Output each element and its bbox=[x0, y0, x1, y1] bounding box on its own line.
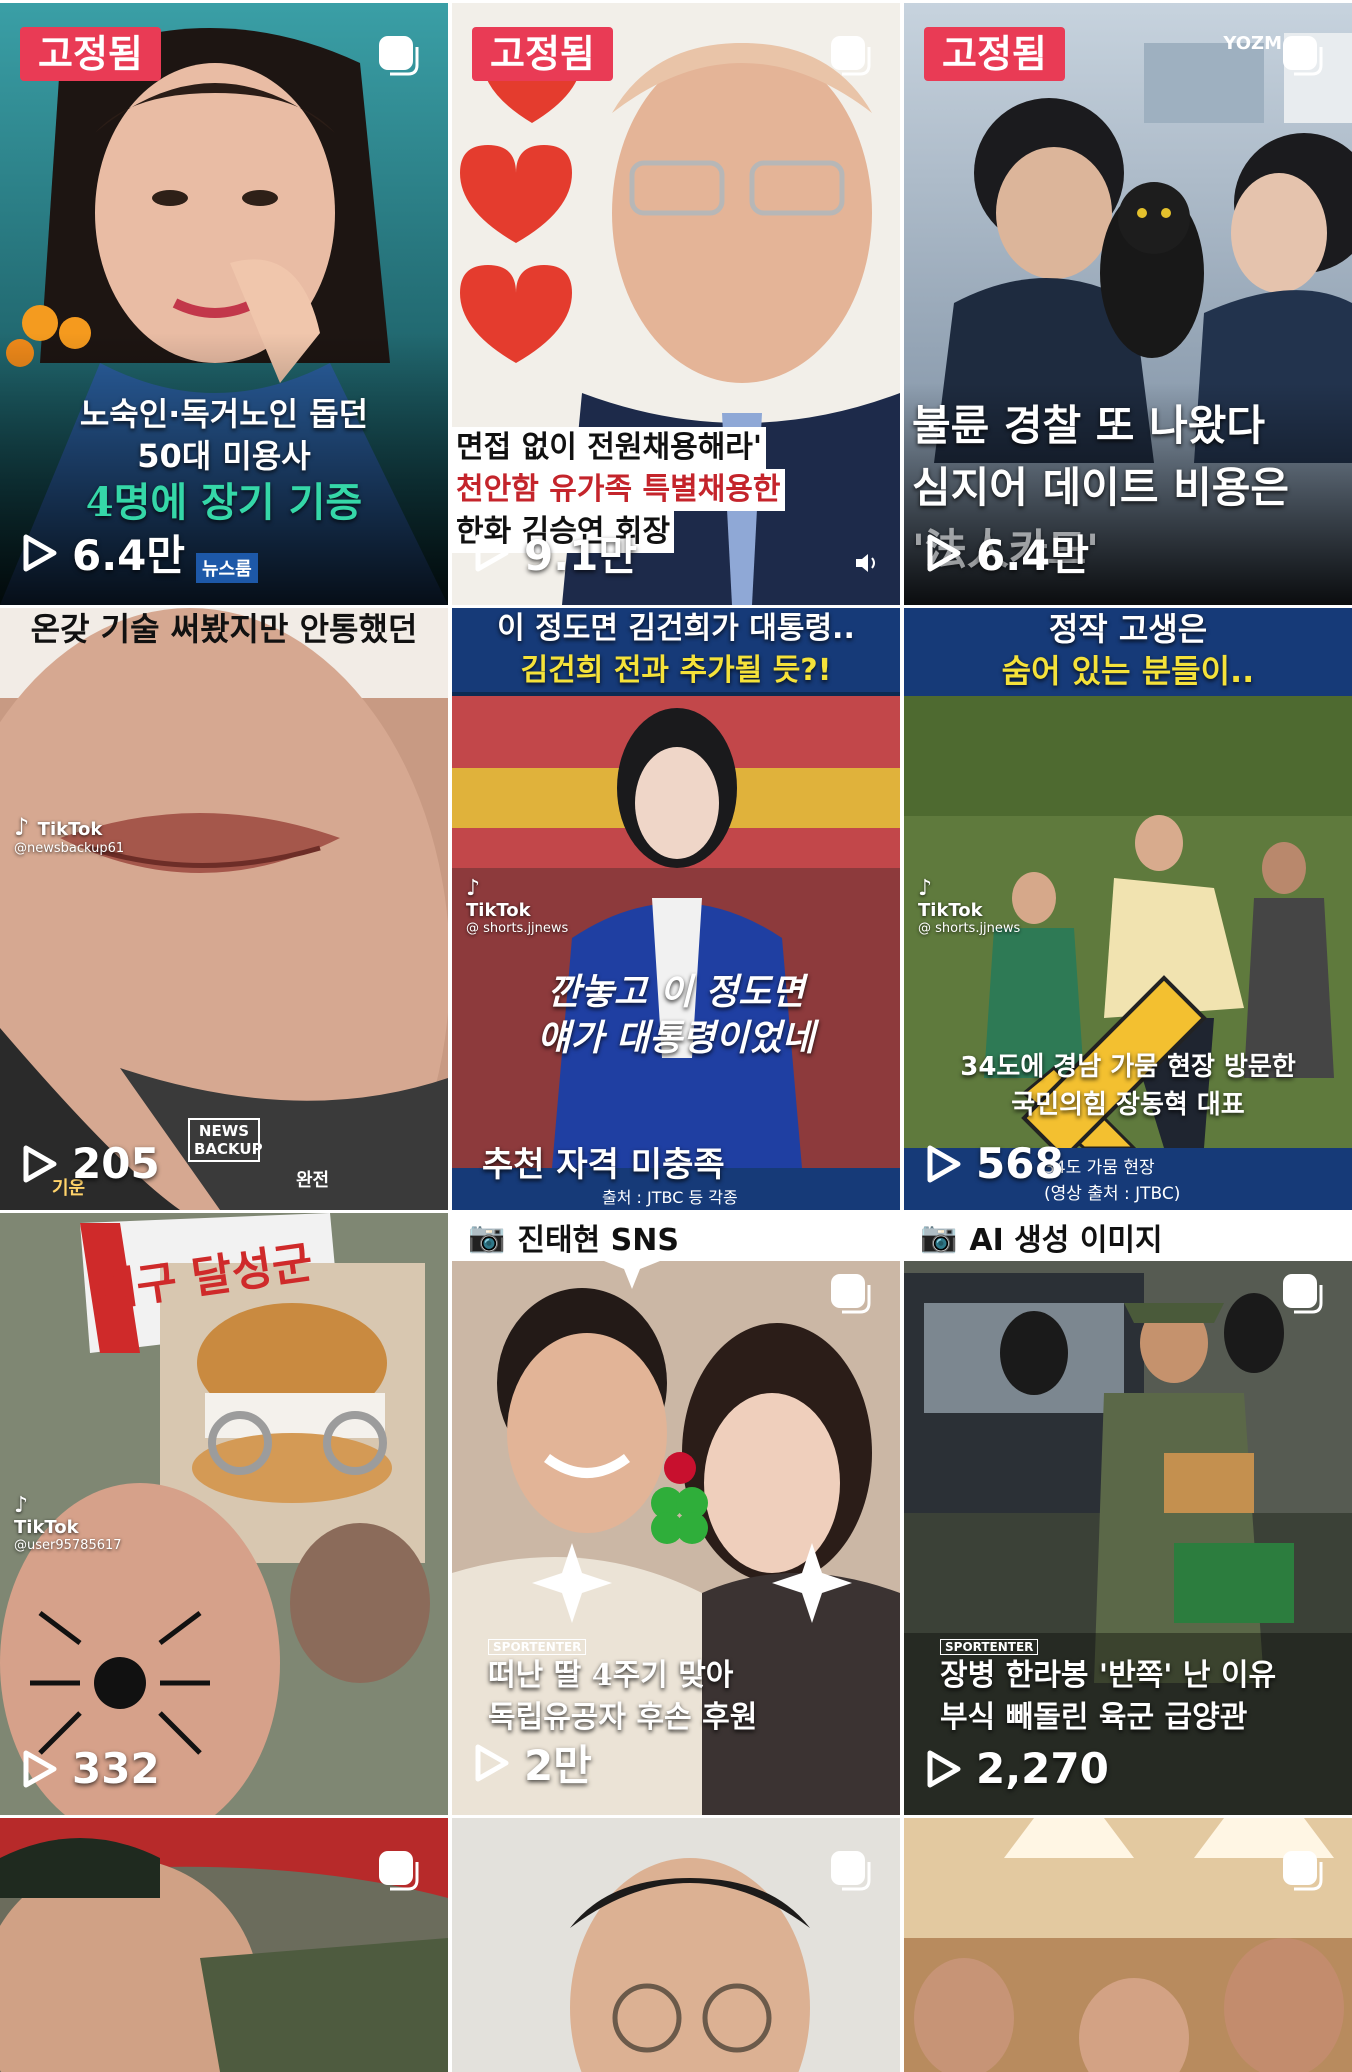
source-bar: 📷 AI 생성 이미지 bbox=[904, 1213, 1352, 1261]
reels-icon bbox=[831, 36, 871, 76]
play-icon bbox=[927, 534, 961, 571]
reel-tile-6[interactable]: 정작 고생은 숨어 있는 분들이.. ♪ TikTok @ shorts.jjne… bbox=[904, 608, 1352, 1210]
play-icon bbox=[927, 1145, 961, 1182]
caption-highlight: 천안함 유가족 특별채용한 bbox=[452, 469, 785, 511]
reels-grid: 고정됨 노숙인·독거노인 돕던 50대 미용사 4명에 장기 기증 뉴스룸 6.… bbox=[0, 0, 1352, 2072]
caption: 노숙인·독거노인 돕던 50대 미용사 4명에 장기 기증 bbox=[79, 395, 369, 526]
bottom-right-text: 완전 bbox=[296, 1170, 330, 1191]
view-count: 2,270 bbox=[926, 1744, 1109, 1793]
play-icon bbox=[475, 534, 509, 571]
sportenter-tag: SPORTENTER bbox=[940, 1639, 1039, 1655]
sportenter-tag: SPORTENTER bbox=[488, 1639, 587, 1655]
view-count: 6.4만 bbox=[926, 522, 1089, 583]
channel-watermark: YOZM bbox=[1223, 33, 1282, 54]
caption: 온갖 기술 써봤지만 안통했던 bbox=[30, 610, 418, 648]
recommendation-status: 추천 자격 미충족 bbox=[482, 1145, 725, 1185]
play-icon bbox=[927, 1750, 961, 1787]
play-icon bbox=[475, 1744, 509, 1781]
play-icon bbox=[23, 534, 57, 571]
reels-icon bbox=[1283, 36, 1323, 76]
reels-icon bbox=[379, 36, 419, 76]
tiktok-watermark: ♪ TikTok @ shorts.jjnews bbox=[466, 876, 569, 936]
speaker-icon bbox=[856, 554, 875, 572]
pinned-badge: 고정됨 bbox=[472, 27, 613, 81]
headline: 정작 고생은 숨어 있는 분들이.. bbox=[904, 608, 1352, 692]
view-count: 568 bbox=[926, 1139, 1064, 1188]
reel-tile-9[interactable]: 📷 AI 생성 이미지 SPORTENTER 장병 한라봉 '반쪽' 난 이유 … bbox=[904, 1213, 1352, 1815]
source-bar: 📷 진태현 SNS bbox=[452, 1213, 900, 1261]
reel-tile-3[interactable]: 고정됨 YOZM 불륜 경찰 또 나왔다 심지어 데이트 비용은 '法人카드' … bbox=[904, 3, 1352, 605]
reels-icon bbox=[379, 1851, 419, 1891]
view-count: 6.4만 bbox=[22, 522, 185, 583]
view-count: 2만 bbox=[474, 1732, 592, 1793]
reels-icon bbox=[831, 1274, 871, 1314]
reel-tile-10[interactable] bbox=[0, 1818, 448, 2072]
reel-tile-7[interactable]: 대구 달성군 ♪ TikTok @user95785617 332 bbox=[0, 1213, 448, 1815]
reel-tile-11[interactable] bbox=[452, 1818, 900, 2072]
caption: 장병 한라봉 '반쪽' 난 이유 부식 빼돌린 육군 급양관 bbox=[940, 1658, 1277, 1735]
reel-tile-8[interactable]: 📷 진태현 SNS SPORTENTER 떠난 딸 4주기 맞아 독립유공자 후… bbox=[452, 1213, 900, 1815]
tiktok-watermark: ♪ TikTok @ shorts.jjnews bbox=[918, 876, 1021, 936]
pinned-badge: 고정됨 bbox=[20, 27, 161, 81]
news-backup-logo: NEWS BACKUP bbox=[188, 1118, 263, 1162]
tiktok-watermark: ♪ TikTok @user95785617 bbox=[14, 1493, 122, 1553]
source-note: (영상 출처 : JTBC) bbox=[1044, 1184, 1181, 1204]
play-icon bbox=[23, 1750, 57, 1787]
reel-tile-1[interactable]: 고정됨 노숙인·독거노인 돕던 50대 미용사 4명에 장기 기증 뉴스룸 6.… bbox=[0, 3, 448, 605]
camera-icon: 📷 bbox=[920, 1219, 958, 1255]
reel-tile-12[interactable] bbox=[904, 1818, 1352, 2072]
quote-caption: 깐놓고 이 정도면 얘가 대통령이었네 bbox=[537, 972, 815, 1059]
camera-icon: 📷 bbox=[468, 1219, 506, 1255]
view-count: 332 bbox=[22, 1744, 160, 1793]
tiktok-watermark: ♪ TikTok @newsbackup61 bbox=[14, 813, 125, 856]
view-count: 9.1만 bbox=[474, 522, 637, 583]
reel-tile-2[interactable]: 고정됨 면접 없이 전원채용해라' 천안함 유가족 특별채용한 한화 김승연 회… bbox=[452, 3, 900, 605]
pinned-badge: 고정됨 bbox=[924, 27, 1065, 81]
reels-icon bbox=[1283, 1274, 1323, 1314]
caption: 34도에 경남 가뭄 현장 방문한 국민의힘 장동혁 대표 bbox=[960, 1052, 1296, 1120]
reels-icon bbox=[1283, 1851, 1323, 1891]
play-icon bbox=[23, 1145, 57, 1182]
reels-icon bbox=[831, 1851, 871, 1891]
reel-tile-5[interactable]: 이 정도면 김건희가 대통령.. 김건희 전과 추가될 듯?! ♪ TikTok … bbox=[452, 608, 900, 1210]
headline: 이 정도면 김건희가 대통령.. 김건희 전과 추가될 듯?! bbox=[452, 608, 900, 692]
caption: 떠난 딸 4주기 맞아 독립유공자 후손 후원 bbox=[488, 1658, 758, 1735]
view-count: 205 bbox=[22, 1139, 160, 1188]
source-note: 출처 : JTBC 등 각종 bbox=[602, 1188, 738, 1207]
newsroom-logo: 뉴스룸 bbox=[196, 553, 258, 583]
reel-tile-4[interactable]: 온갖 기술 써봤지만 안통했던 ♪ TikTok @newsbackup61 N… bbox=[0, 608, 448, 1210]
